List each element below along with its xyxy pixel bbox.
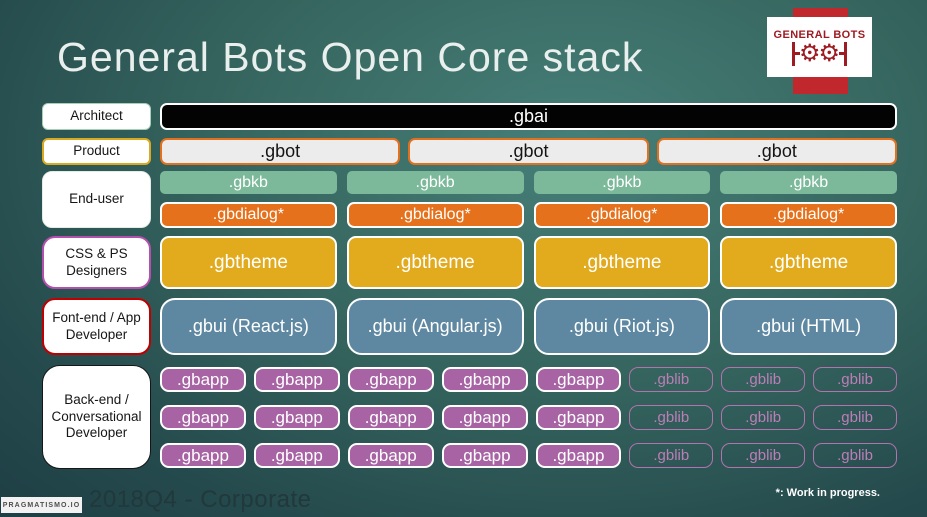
footer-quarter-text: 2018Q4 - Corporate: [89, 486, 312, 513]
row-gbkb: .gbkb .gbkb .gbkb .gbkb: [160, 171, 897, 194]
pragmatismo-brand-badge: PRAGMATISMO.IO: [1, 497, 82, 513]
stack-box-gbapp: .gbapp: [253, 367, 340, 392]
stack-box-gblib: .gblib: [721, 367, 806, 392]
row-gbot: .gbot .gbot .gbot: [160, 138, 897, 165]
stack-box-gbapp: .gbapp: [347, 405, 434, 430]
stack-box-gblib: .gblib: [629, 367, 714, 392]
stack-box-gbot: .gbot: [656, 138, 897, 165]
stack-box-gbdialog: .gbdialog*: [160, 202, 337, 228]
stack-box-gbai: .gbai: [160, 103, 897, 130]
row-gbapp-1: .gbapp .gbapp .gbapp .gbapp .gbapp .gbli…: [160, 367, 897, 392]
row-gbapp-2: .gbapp .gbapp .gbapp .gbapp .gbapp .gbli…: [160, 405, 897, 430]
stack-box-gbui-riot: .gbui (Riot.js): [533, 298, 711, 355]
stack-box-gbapp: .gbapp: [347, 367, 434, 392]
stack-box-gbapp: .gbapp: [160, 405, 246, 430]
stack-box-gbdialog: .gbdialog*: [720, 202, 897, 228]
stack-box-gbapp: .gbapp: [441, 405, 528, 430]
stack-box-gbkb: .gbkb: [720, 171, 897, 194]
stack-box-gblib: .gblib: [813, 405, 897, 430]
stack-box-gbapp: .gbapp: [253, 405, 340, 430]
stack-box-gbkb: .gbkb: [533, 171, 711, 194]
stack-box-gbtheme: .gbtheme: [533, 236, 711, 289]
stack-box-gbapp: .gbapp: [535, 405, 622, 430]
stack-box-gbot: .gbot: [408, 138, 649, 165]
stack-box-gblib: .gblib: [721, 405, 806, 430]
stack-box-gbapp: .gbapp: [253, 443, 340, 468]
stack-box-gbdialog: .gbdialog*: [346, 202, 524, 228]
row-gbai: .gbai: [160, 103, 897, 130]
stack-box-gbdialog: .gbdialog*: [533, 202, 711, 228]
slide-canvas: General Bots Open Core stack GENERAL BOT…: [0, 0, 927, 517]
stack-box-gbapp: .gbapp: [160, 443, 246, 468]
stack-box-gbot: .gbot: [160, 138, 401, 165]
stack-box-gbapp: .gbapp: [441, 443, 528, 468]
role-label-product: Product: [42, 138, 151, 165]
stack-box-gbui-html: .gbui (HTML): [720, 298, 897, 355]
role-label-frontend-app-developer: Font-end / App Developer: [42, 298, 151, 355]
stack-box-gblib: .gblib: [813, 443, 897, 468]
role-label-backend-conversational-developer: Back-end / Conversational Developer: [42, 365, 151, 469]
role-label-architect: Architect: [42, 103, 151, 130]
stack-box-gbui-angular: .gbui (Angular.js): [346, 298, 524, 355]
role-label-css-ps-designers: CSS & PS Designers: [42, 236, 151, 289]
stack-box-gbapp: .gbapp: [441, 367, 528, 392]
stack-box-gbapp: .gbapp: [347, 443, 434, 468]
work-in-progress-footnote: *: Work in progress.: [775, 487, 880, 499]
stack-box-gbtheme: .gbtheme: [720, 236, 897, 289]
stack-box-gblib: .gblib: [629, 405, 714, 430]
stack-box-gbkb: .gbkb: [160, 171, 337, 194]
stack-box-gblib: .gblib: [813, 367, 897, 392]
stack-box-gblib: .gblib: [721, 443, 806, 468]
row-gbapp-3: .gbapp .gbapp .gbapp .gbapp .gbapp .gbli…: [160, 443, 897, 468]
gear-bracket-right-icon: [844, 41, 847, 66]
stack-box-gblib: .gblib: [629, 443, 714, 468]
stack-box-gbtheme: .gbtheme: [160, 236, 337, 289]
stack-box-gbapp: .gbapp: [535, 443, 622, 468]
row-gbui: .gbui (React.js) .gbui (Angular.js) .gbu…: [160, 298, 897, 355]
stack-box-gbapp: .gbapp: [160, 367, 246, 392]
stack-box-gbapp: .gbapp: [535, 367, 622, 392]
gear-icon: ⚙: [798, 39, 821, 67]
stack-box-gbtheme: .gbtheme: [346, 236, 524, 289]
row-gbdialog: .gbdialog* .gbdialog* .gbdialog* .gbdial…: [160, 202, 897, 228]
gears-icon: ⚙ ⚙: [792, 39, 847, 67]
gear-icon: ⚙: [818, 39, 841, 67]
stack-box-gbkb: .gbkb: [346, 171, 524, 194]
general-bots-logo: GENERAL BOTS ⚙ ⚙: [767, 17, 872, 77]
row-gbtheme: .gbtheme .gbtheme .gbtheme .gbtheme: [160, 236, 897, 289]
page-title: General Bots Open Core stack: [57, 34, 644, 80]
role-label-end-user: End-user: [42, 171, 151, 228]
logo-brand-text: GENERAL BOTS: [773, 28, 866, 41]
stack-box-gbui-react: .gbui (React.js): [160, 298, 337, 355]
